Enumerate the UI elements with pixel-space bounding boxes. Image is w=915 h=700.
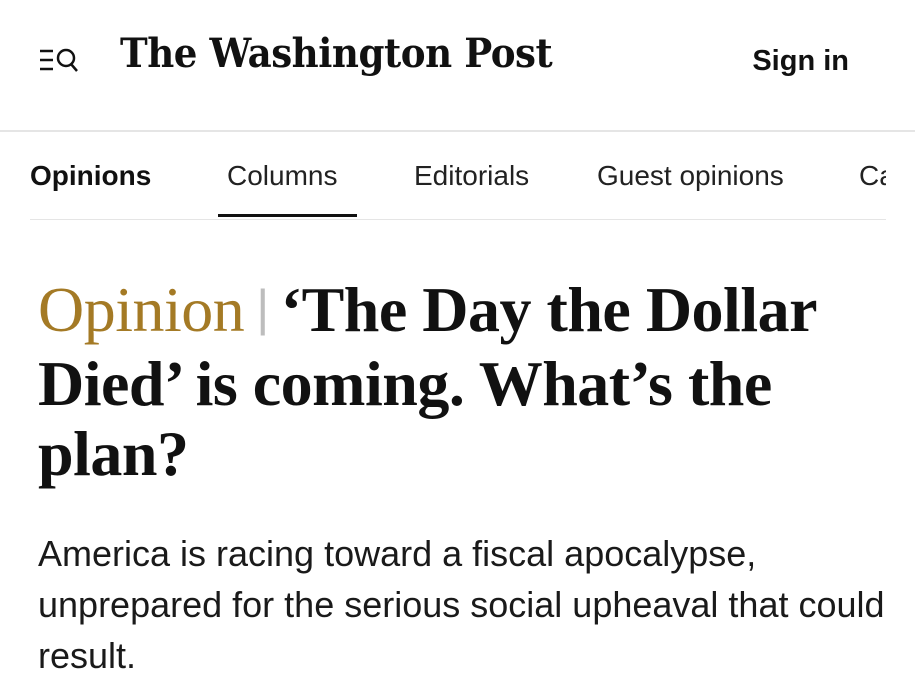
nav-guest-opinions[interactable]: Guest opinions bbox=[597, 160, 784, 192]
article-subheadline: America is racing toward a fiscal apocal… bbox=[38, 533, 885, 676]
menu-search-icon bbox=[38, 46, 82, 80]
article-headline: Opinion | ‘The Day the Dollar Died’ is com… bbox=[38, 275, 888, 489]
kicker-divider: | bbox=[256, 280, 269, 336]
opinion-kicker[interactable]: Opinion bbox=[38, 274, 245, 345]
nav-opinions[interactable]: Opinions bbox=[30, 160, 151, 192]
active-tab-indicator bbox=[218, 214, 357, 217]
nav-columns[interactable]: Columns bbox=[227, 160, 337, 192]
site-logo[interactable]: The Washington Post bbox=[120, 30, 553, 77]
sign-in-button[interactable]: Sign in bbox=[752, 45, 849, 78]
nav-overflow-item[interactable]: Ca bbox=[859, 160, 886, 192]
menu-search-button[interactable] bbox=[38, 46, 82, 80]
site-header: The Washington Post Sign in bbox=[0, 0, 915, 132]
nav-editorials[interactable]: Editorials bbox=[414, 160, 529, 192]
section-nav: Opinions Columns Editorials Guest opinio… bbox=[30, 132, 886, 220]
